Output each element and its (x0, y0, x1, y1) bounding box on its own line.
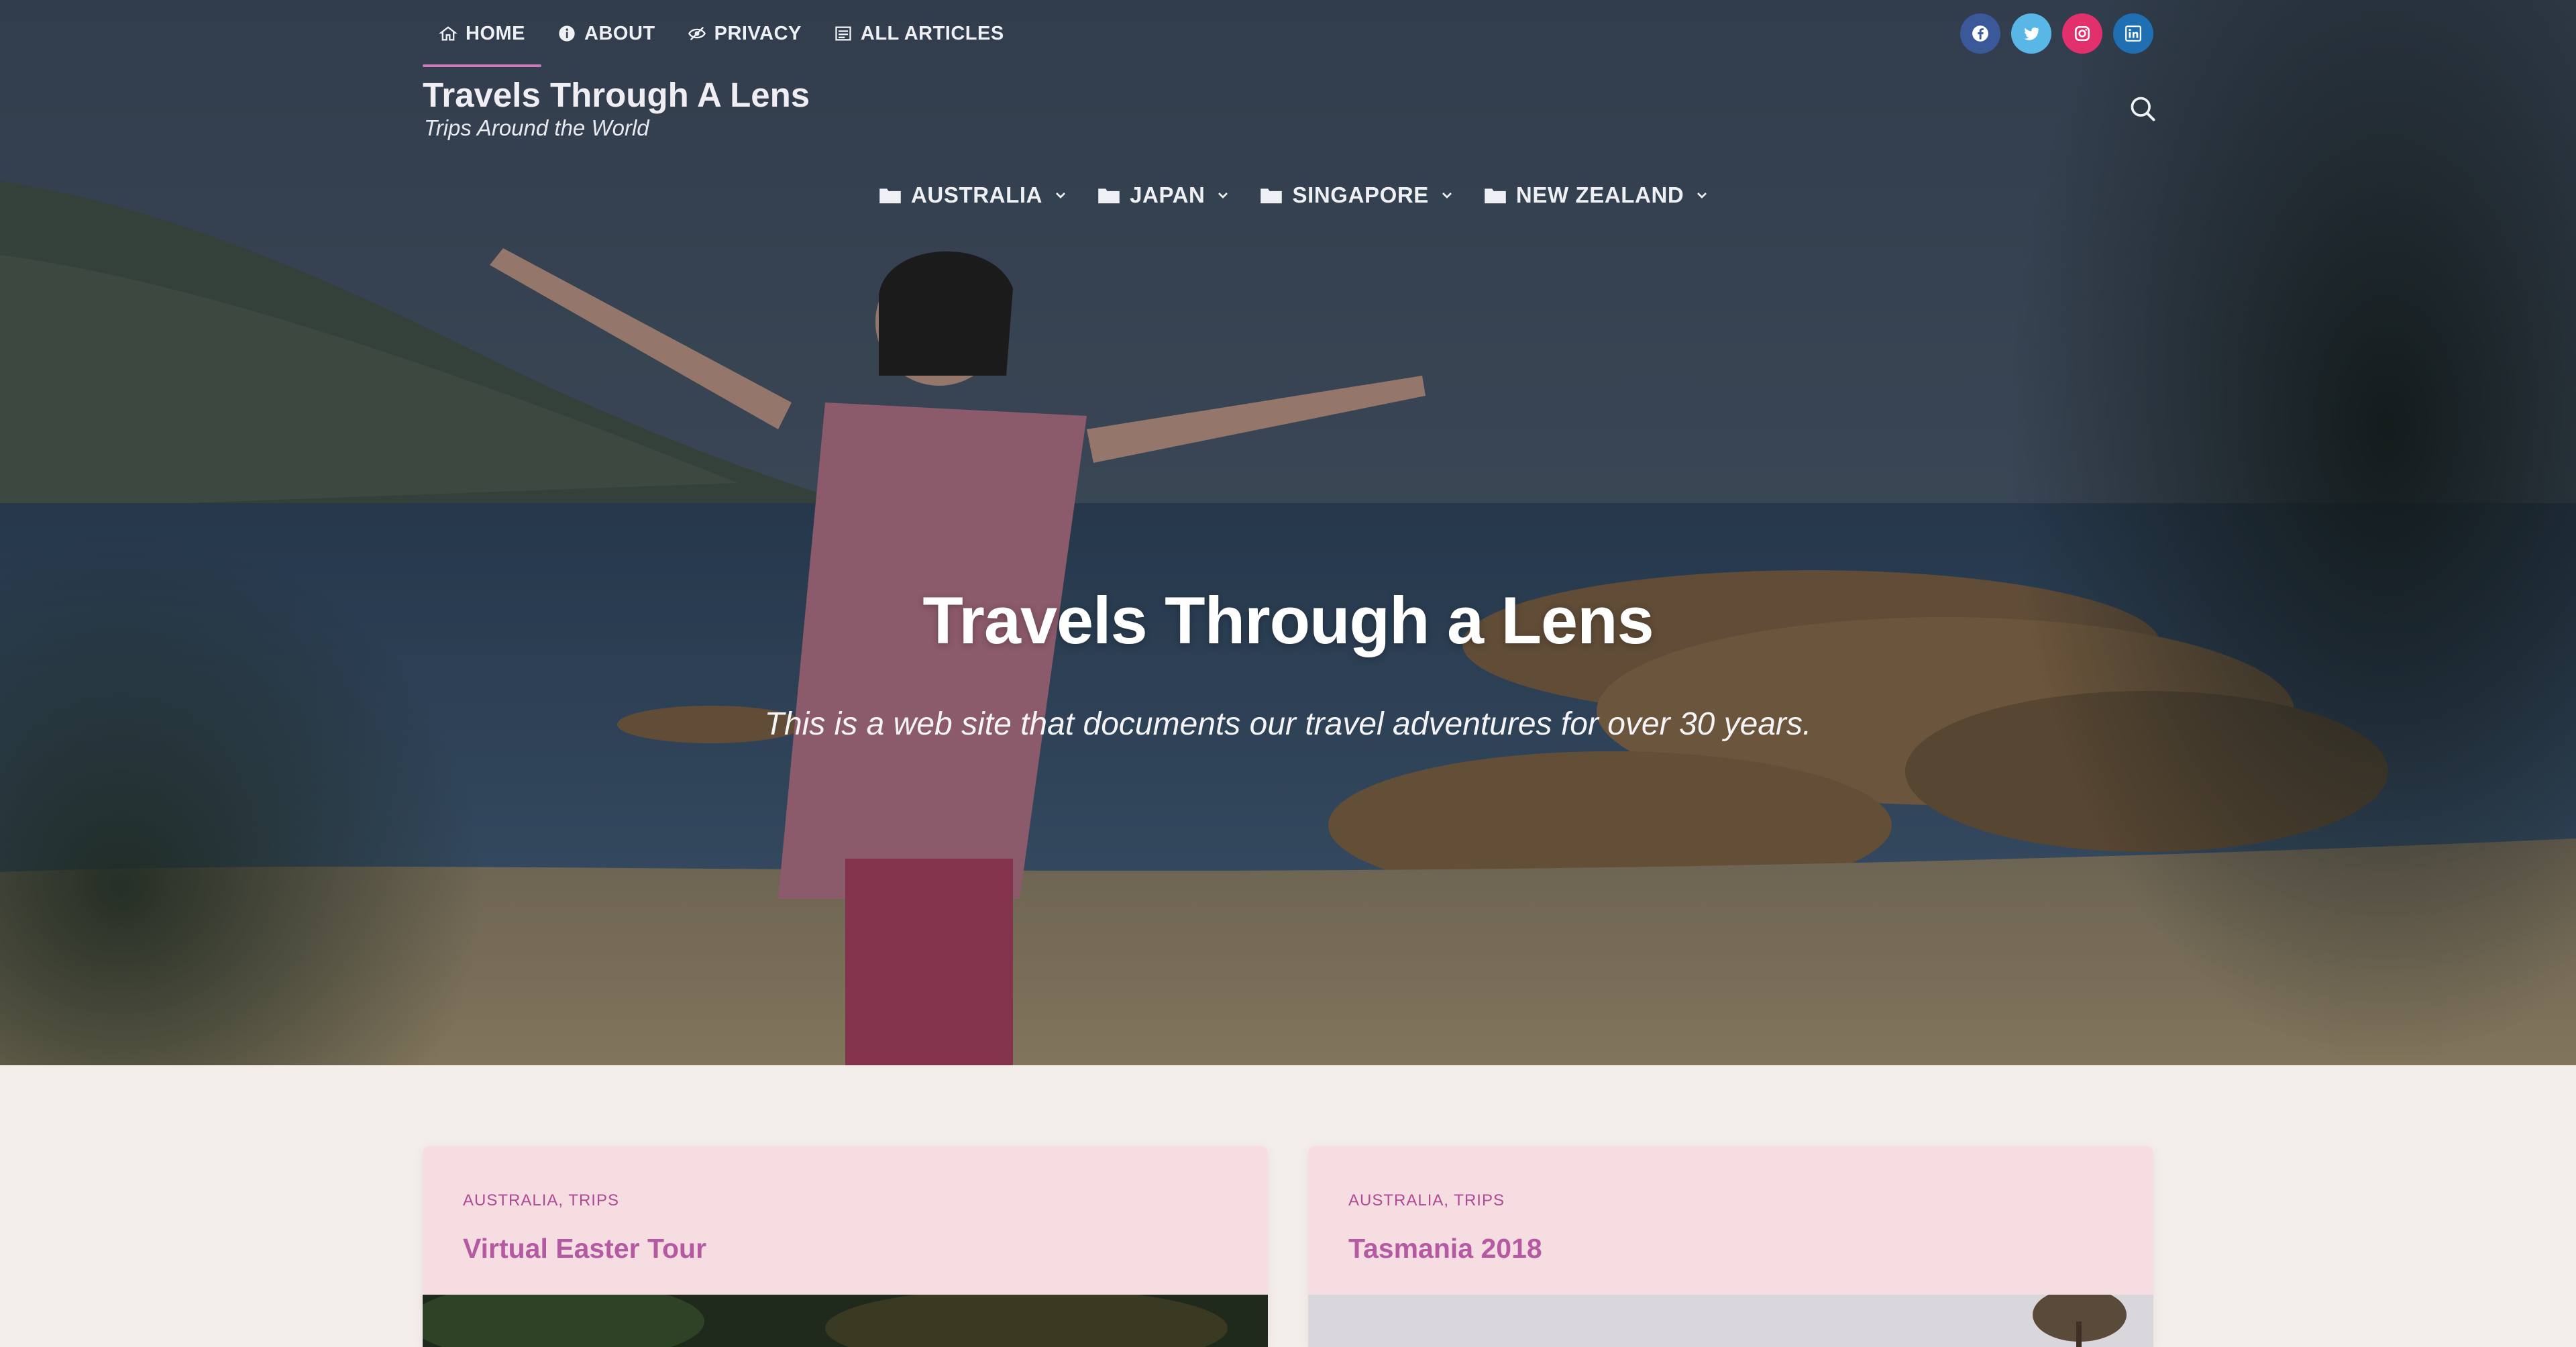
category-label: JAPAN (1130, 182, 1205, 207)
twitter-icon (2024, 27, 2039, 40)
post-categories: AUSTRALIA, TRIPS (463, 1191, 619, 1209)
site-title[interactable]: Travels Through A Lens (423, 75, 810, 115)
folder-icon (1485, 188, 1506, 204)
post-category-link[interactable]: AUSTRALIA (1348, 1191, 1444, 1209)
post-category-link[interactable]: AUSTRALIA (463, 1191, 558, 1209)
site-tagline: Trips Around the World (424, 115, 649, 140)
nav-item-home[interactable]: HOME (423, 0, 541, 67)
category-navigation: AUSTRALIA JAPAN SINGAPORE NEW ZEALAND (879, 182, 1708, 208)
category-singapore[interactable]: SINGAPORE (1260, 182, 1452, 208)
info-icon (559, 25, 575, 42)
top-navigation: HOME ABOUT PRIVACY ALL ARTICLES (423, 0, 1020, 67)
category-label: AUSTRALIA (911, 182, 1043, 207)
category-australia[interactable]: AUSTRALIA (879, 182, 1067, 208)
nav-item-privacy[interactable]: PRIVACY (672, 0, 818, 67)
facebook-link[interactable] (1960, 13, 2000, 54)
category-new-zealand[interactable]: NEW ZEALAND (1484, 182, 1708, 208)
post-category-link[interactable]: TRIPS (568, 1191, 619, 1209)
instagram-link[interactable] (2062, 13, 2102, 54)
post-thumbnail[interactable] (1308, 1295, 2153, 1347)
search-icon[interactable] (2128, 94, 2157, 123)
nav-item-label: PRIVACY (714, 22, 802, 44)
folder-icon (879, 188, 901, 204)
post-categories: AUSTRALIA, TRIPS (1348, 1191, 1505, 1209)
post-title[interactable]: Tasmania 2018 (1348, 1233, 1542, 1264)
instagram-icon (2074, 25, 2090, 42)
hero-subheading: This is a web site that documents our tr… (764, 706, 1812, 742)
post-title[interactable]: Virtual Easter Tour (463, 1233, 706, 1264)
post-category-link[interactable]: TRIPS (1454, 1191, 1505, 1209)
eye-slash-icon (688, 26, 706, 41)
nav-item-about[interactable]: ABOUT (541, 0, 672, 67)
nav-item-label: ALL ARTICLES (860, 22, 1004, 44)
linkedin-link[interactable] (2113, 13, 2153, 54)
hero-section: HOME ABOUT PRIVACY ALL ARTICLES Travels (0, 0, 2576, 1065)
list-icon (835, 26, 851, 41)
folder-icon (1098, 188, 1120, 204)
twitter-link[interactable] (2011, 13, 2051, 54)
hero-heading: Travels Through a Lens (922, 583, 1654, 657)
chevron-down-icon (1218, 193, 1228, 199)
nav-item-label: ABOUT (584, 22, 655, 44)
chevron-down-icon (1697, 193, 1707, 199)
category-label: SINGAPORE (1292, 182, 1429, 207)
post-thumbnail[interactable] (423, 1295, 1268, 1347)
folder-icon (1260, 188, 1283, 204)
hero-overlay (0, 0, 2576, 1065)
post-card[interactable]: AUSTRALIA, TRIPS Virtual Easter Tour (423, 1146, 1268, 1347)
chevron-down-icon (1442, 193, 1452, 199)
social-links (1960, 13, 2153, 54)
category-japan[interactable]: JAPAN (1097, 182, 1229, 208)
linkedin-icon (2125, 25, 2141, 42)
facebook-icon (1972, 25, 1988, 42)
chevron-down-icon (1056, 193, 1066, 199)
nav-item-all-articles[interactable]: ALL ARTICLES (818, 0, 1020, 67)
post-card[interactable]: AUSTRALIA, TRIPS Tasmania 2018 (1308, 1146, 2153, 1347)
nav-item-label: HOME (466, 22, 525, 44)
home-icon (439, 26, 458, 41)
category-label: NEW ZEALAND (1515, 182, 1684, 207)
